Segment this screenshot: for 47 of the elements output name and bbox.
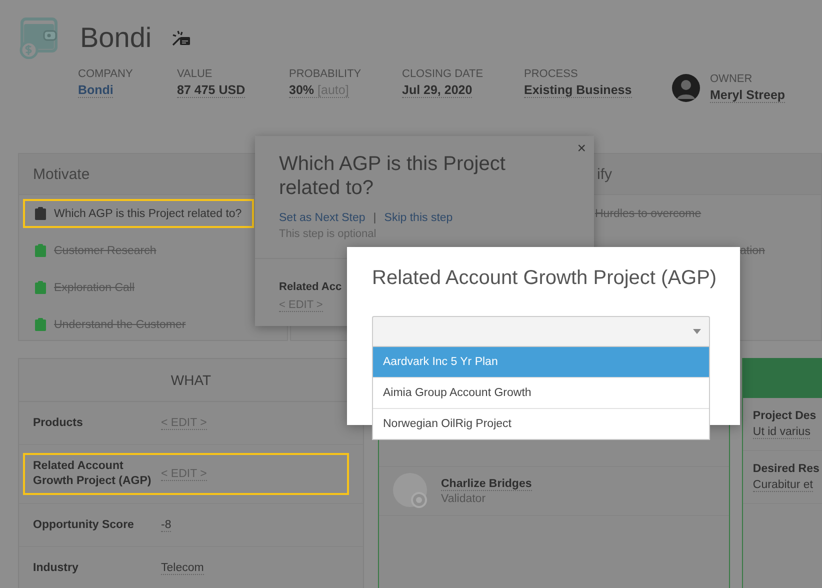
field-label: Products [33, 416, 84, 430]
dropdown-option[interactable]: Norwegian OilRig Project [373, 408, 709, 439]
dropdown-option[interactable]: Aimia Group Account Growth [373, 377, 709, 408]
field-label: Related Acc [279, 281, 342, 293]
field-value: Curabitur et [752, 479, 814, 492]
field-label: CLOSING DATE [402, 68, 484, 80]
action-link[interactable]: Skip this step [384, 212, 453, 224]
wand-card-icon[interactable] [172, 30, 190, 46]
separator: | [373, 212, 376, 224]
company-link[interactable]: Bondi [78, 83, 114, 98]
field-value: Jul 29, 2020 [402, 83, 472, 98]
avatar [672, 74, 700, 102]
field-label: COMPANY [78, 68, 134, 80]
field-label: Related Account Growth Project (AGP) [33, 459, 152, 489]
field-label: Industry [33, 560, 80, 576]
field-label: OWNER [710, 73, 754, 85]
field-label: PROCESS [524, 68, 579, 80]
avatar-placeholder-icon [393, 473, 429, 509]
field-value: 87 475 USD [177, 83, 246, 98]
field-value: Ut id varius [752, 426, 810, 439]
clipboard-check-icon [35, 281, 46, 294]
clipboard-check-icon [35, 318, 46, 331]
step-item[interactable]: Which AGP is this Project related to? [23, 199, 254, 228]
field-label: PROBABILITY [289, 68, 362, 80]
field-value: Existing Business [524, 83, 632, 98]
field-value: Meryl Streep [710, 88, 786, 103]
wallet-icon [18, 17, 60, 59]
field-label: Opportunity Score [33, 518, 135, 532]
clipboard-check-icon [35, 244, 46, 257]
field-label: Desired Res [752, 463, 820, 475]
field-value: -8 [161, 518, 172, 532]
modal-title: Related Account Growth Project (AGP) [372, 267, 715, 290]
caret-icon [693, 329, 701, 334]
person-name[interactable]: Charlize Bridges [441, 478, 532, 490]
field-value: Telecom [161, 562, 204, 574]
clipboard-icon [35, 207, 46, 220]
select-field[interactable] [372, 316, 710, 347]
deal-title: Bondi [80, 22, 152, 54]
field-label: Project Des [752, 410, 818, 422]
close-button[interactable]: × [573, 138, 590, 159]
card-title: ify [597, 166, 612, 182]
dropdown-option[interactable]: Aardvark Inc 5 Yr Plan [373, 347, 709, 377]
card-title: WHAT [170, 372, 212, 388]
popover-title: Which AGP is this Project related to? [279, 152, 506, 200]
field-label: VALUE [177, 68, 214, 80]
action-link[interactable]: Set as Next Step [279, 212, 366, 224]
card-title: Motivate [33, 166, 90, 182]
